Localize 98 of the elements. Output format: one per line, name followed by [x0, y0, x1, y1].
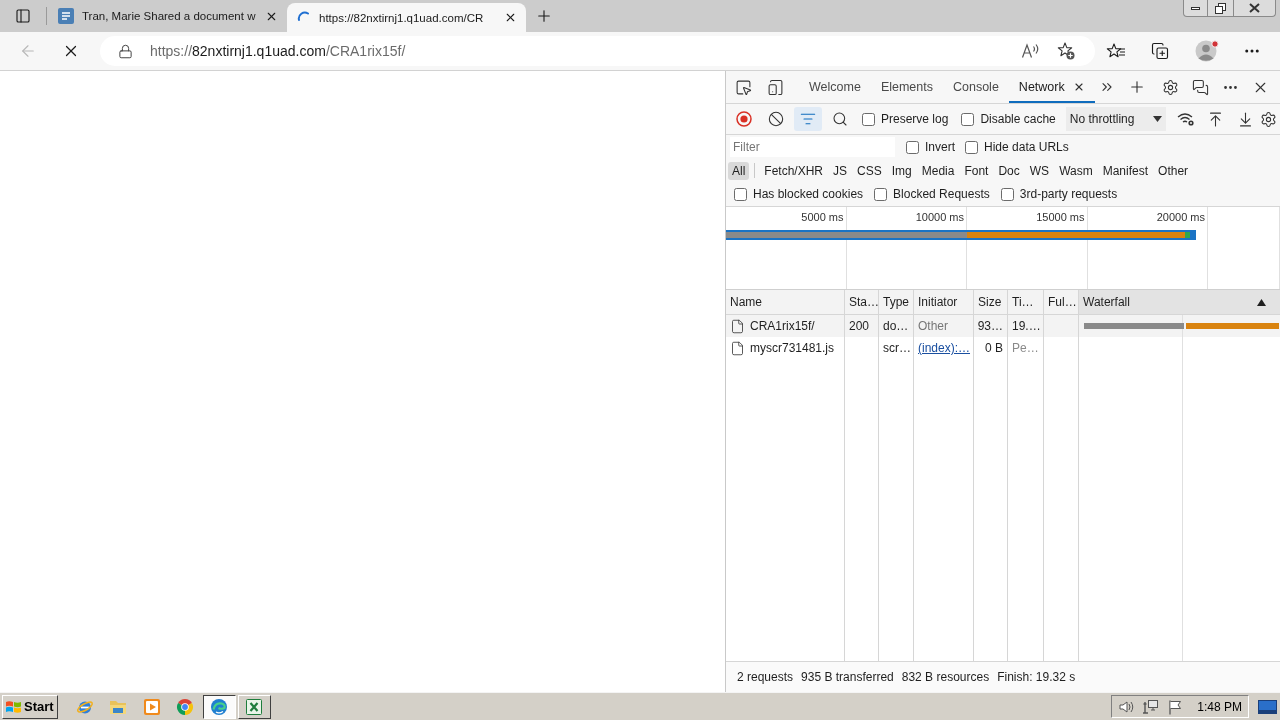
panel-tab[interactable]: Elements — [870, 71, 943, 103]
restore-icon[interactable] — [1215, 2, 1226, 14]
column-header[interactable]: Type — [879, 290, 914, 314]
restore-button[interactable] — [1208, 0, 1234, 17]
filter-icon[interactable] — [800, 111, 816, 127]
spreadsheet-icon — [245, 697, 264, 716]
checkbox-label[interactable]: Hide data URLs — [984, 140, 1069, 154]
wave-logo-icon — [210, 697, 229, 716]
taskbar-button[interactable] — [202, 694, 236, 719]
filter-input[interactable]: Filter — [730, 137, 895, 157]
checkbox[interactable] — [734, 187, 747, 201]
request-row[interactable]: CRA1rix15f/ 200 do… Other 93… 19.… — [726, 315, 1280, 337]
filter-button[interactable] — [794, 107, 822, 131]
type-filter[interactable]: WS — [1025, 161, 1054, 180]
start-button[interactable]: Start — [2, 694, 58, 719]
close-window-button[interactable] — [1234, 0, 1276, 17]
settings-icon[interactable] — [1161, 78, 1179, 96]
settings-icon[interactable] — [1260, 110, 1278, 128]
close-icon[interactable] — [1249, 3, 1260, 13]
search-icon[interactable] — [832, 111, 848, 127]
checkbox-label[interactable]: Disable cache — [980, 112, 1056, 126]
device-toolbar-icon[interactable] — [766, 78, 784, 96]
minimize-button[interactable] — [1183, 0, 1208, 17]
type-filter[interactable]: JS — [829, 161, 852, 180]
column-header[interactable]: Size — [974, 290, 1008, 314]
checkbox[interactable] — [874, 187, 888, 201]
flag-icon[interactable] — [1167, 698, 1184, 715]
type-filter[interactable]: Other — [1154, 161, 1193, 180]
type-filter[interactable]: Doc — [994, 161, 1024, 180]
flag-logo-icon — [5, 698, 22, 715]
file-name: CRA1rix15f/ — [750, 319, 815, 333]
desktop-icon[interactable] — [1258, 698, 1277, 715]
play-tile-icon[interactable] — [142, 697, 161, 716]
collections-icon[interactable] — [1151, 42, 1169, 60]
close-icon[interactable] — [504, 11, 517, 24]
type-filter[interactable]: CSS — [853, 161, 886, 180]
feedback-icon[interactable] — [1191, 78, 1209, 96]
favorites-icon[interactable] — [1106, 43, 1126, 59]
panel-tab[interactable]: Welcome — [799, 71, 871, 103]
sidebar-icon[interactable] — [15, 8, 31, 24]
checkbox-label[interactable]: Preserve log — [881, 112, 949, 126]
clear-icon[interactable] — [768, 111, 784, 127]
profile-avatar-icon[interactable] — [1195, 40, 1219, 62]
record-icon[interactable] — [736, 111, 752, 127]
panel-tab[interactable]: Console — [943, 71, 1009, 103]
address-bar[interactable]: https://82nxtirnj1.q1uad.com/CRA1rix15f/ — [100, 36, 1095, 66]
checkbox-label[interactable]: Invert — [925, 140, 955, 154]
tick-label: 5000 ms — [801, 211, 844, 223]
read-aloud-icon[interactable] — [1021, 43, 1040, 59]
type-filter[interactable]: All — [728, 161, 750, 180]
table-cell: Pe… — [1008, 337, 1044, 359]
throttling-select[interactable]: No throttling — [1065, 107, 1166, 131]
file-icon — [730, 340, 745, 356]
column-header[interactable]: Waterfall — [1079, 290, 1280, 314]
status-text: 832 B resources — [901, 670, 990, 684]
file-name: myscr731481.js — [750, 341, 835, 355]
type-filter[interactable]: Media — [917, 161, 959, 180]
checkbox[interactable] — [965, 140, 978, 154]
type-filter[interactable]: Fetch/XHR — [760, 161, 828, 180]
tick-label: 10000 ms — [915, 211, 964, 223]
checkbox[interactable] — [862, 112, 875, 126]
type-filter[interactable]: Img — [887, 161, 916, 180]
caret-icon — [1152, 116, 1162, 122]
new-tab-icon[interactable] — [535, 7, 553, 25]
speaker-icon[interactable] — [1118, 698, 1135, 715]
status-text: 2 requests — [737, 670, 794, 684]
network-icon[interactable] — [1142, 698, 1160, 715]
type-filter[interactable]: Manifest — [1098, 161, 1153, 180]
lock-icon[interactable] — [118, 43, 133, 59]
column-header[interactable]: Ti… — [1008, 290, 1044, 314]
status-text: 935 B transferred — [801, 670, 894, 684]
checkbox-label[interactable]: Blocked Requests — [893, 187, 990, 201]
type-filter[interactable]: Font — [960, 161, 993, 180]
network-conditions-icon[interactable] — [1176, 111, 1195, 127]
checkbox-label[interactable]: 3rd-party requests — [1019, 187, 1118, 201]
table-cell: 0 B — [974, 337, 1008, 359]
file-icon — [730, 318, 745, 334]
checkbox[interactable] — [961, 112, 975, 126]
sort-arrow-icon — [1257, 298, 1266, 306]
type-filter[interactable]: Wasm — [1055, 161, 1097, 180]
tick-label: 15000 ms — [1036, 211, 1085, 223]
clock-text[interactable]: 1:48 PM — [1197, 699, 1242, 714]
checkbox[interactable] — [906, 140, 919, 154]
inspect-icon[interactable] — [734, 78, 752, 96]
column-header[interactable]: Initiator — [914, 290, 974, 314]
tick-label: 20000 ms — [1156, 211, 1205, 223]
column-header[interactable]: Name — [726, 290, 845, 314]
browser-tab[interactable]: https://82nxtirnj1.q1uad.com/CR — [287, 3, 526, 32]
checkbox-label[interactable]: Has blocked cookies — [753, 187, 864, 201]
minimize-icon[interactable] — [1191, 6, 1200, 10]
column-header[interactable]: Sta… — [845, 290, 879, 314]
add-favorite-icon[interactable] — [1057, 42, 1075, 60]
browser-tab[interactable]: Tran, Marie Shared a document w — [48, 0, 287, 32]
status-text: Finish: 19.32 s — [997, 670, 1076, 684]
checkbox[interactable] — [1000, 187, 1014, 201]
table-cell: scr… — [879, 337, 914, 359]
initiator-link[interactable]: (index):… — [914, 337, 974, 359]
circle-logo-icon[interactable] — [175, 697, 194, 716]
